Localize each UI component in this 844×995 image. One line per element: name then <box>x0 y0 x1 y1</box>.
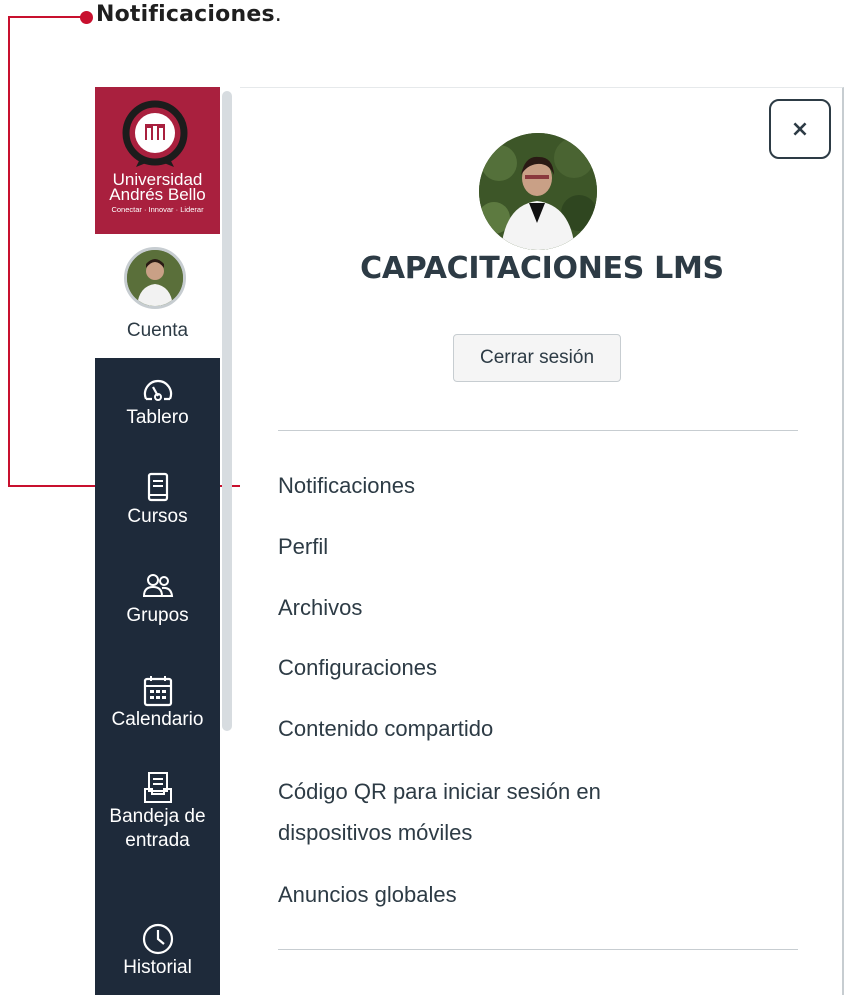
nav-item-inbox[interactable]: Bandeja de entrada <box>95 771 220 853</box>
user-name: CAPACITACIONES LMS <box>360 251 724 286</box>
history-icon <box>142 923 173 955</box>
link-global-announcements[interactable]: Anuncios globales <box>278 877 457 913</box>
logo-tagline: Conectar · Innovar · Liderar <box>111 205 204 214</box>
university-logo[interactable]: Universidad Andrés Bello Conectar · Inno… <box>95 87 220 234</box>
groups-icon <box>142 574 173 597</box>
nav-item-courses[interactable]: Cursos <box>95 471 220 529</box>
avatar-photo <box>127 250 183 306</box>
link-notifications[interactable]: Notificaciones <box>278 468 415 504</box>
nav-label-inbox-1: Bandeja de <box>109 806 206 827</box>
nav-label-courses: Cursos <box>127 506 188 527</box>
nav-item-calendar[interactable]: Calendario <box>95 674 220 732</box>
callout-line-top <box>8 16 82 18</box>
nav-links: Tablero Cursos Grupos Calendario Bandeja… <box>95 358 220 995</box>
link-files[interactable]: Archivos <box>278 590 362 626</box>
close-button[interactable]: × <box>769 99 831 159</box>
link-qr-login-line-1[interactable]: Código QR para iniciar sesión en <box>278 774 601 810</box>
link-profile[interactable]: Perfil <box>278 529 328 565</box>
nav-scrollbar[interactable] <box>222 91 232 731</box>
callout-title: Notificaciones. <box>96 2 282 27</box>
nav-label-inbox-2: entrada <box>125 830 190 851</box>
dashboard-icon <box>143 379 172 401</box>
logout-button[interactable]: Cerrar sesión <box>453 334 621 382</box>
link-shared-content[interactable]: Contenido compartido <box>278 711 493 747</box>
courses-icon <box>147 472 168 502</box>
nav-item-groups[interactable]: Grupos <box>95 570 220 628</box>
nav-label-history: Historial <box>123 957 192 978</box>
callout-line-vertical <box>8 16 10 487</box>
link-settings[interactable]: Configuraciones <box>278 650 437 686</box>
inbox-icon <box>143 772 172 803</box>
canvas-window: Universidad Andrés Bello Conectar · Inno… <box>95 87 844 995</box>
nav-item-dashboard[interactable]: Tablero <box>95 372 220 430</box>
nav-label-calendar: Calendario <box>111 709 204 730</box>
close-icon: × <box>790 116 810 142</box>
profile-photo <box>479 133 597 250</box>
seal-icon <box>122 100 188 167</box>
account-tray: × CAPACITACIONES LMS Cerrar sesión Notif… <box>240 87 844 995</box>
account-label: Cuenta <box>126 320 189 341</box>
global-nav: Universidad Andrés Bello Conectar · Inno… <box>95 87 232 995</box>
nav-item-history[interactable]: Historial <box>95 922 220 980</box>
logo-line-2: Andrés Bello <box>109 185 206 204</box>
divider-bottom <box>278 949 798 950</box>
account-avatar <box>124 247 186 309</box>
nav-label-groups: Grupos <box>126 605 189 626</box>
nav-label-dashboard: Tablero <box>126 407 189 428</box>
profile-photo-image <box>479 133 597 250</box>
divider-top <box>278 430 798 431</box>
calendar-icon <box>143 676 172 707</box>
link-qr-login-line-2[interactable]: dispositivos móviles <box>278 815 472 851</box>
nav-item-account[interactable]: Cuenta <box>95 234 220 358</box>
